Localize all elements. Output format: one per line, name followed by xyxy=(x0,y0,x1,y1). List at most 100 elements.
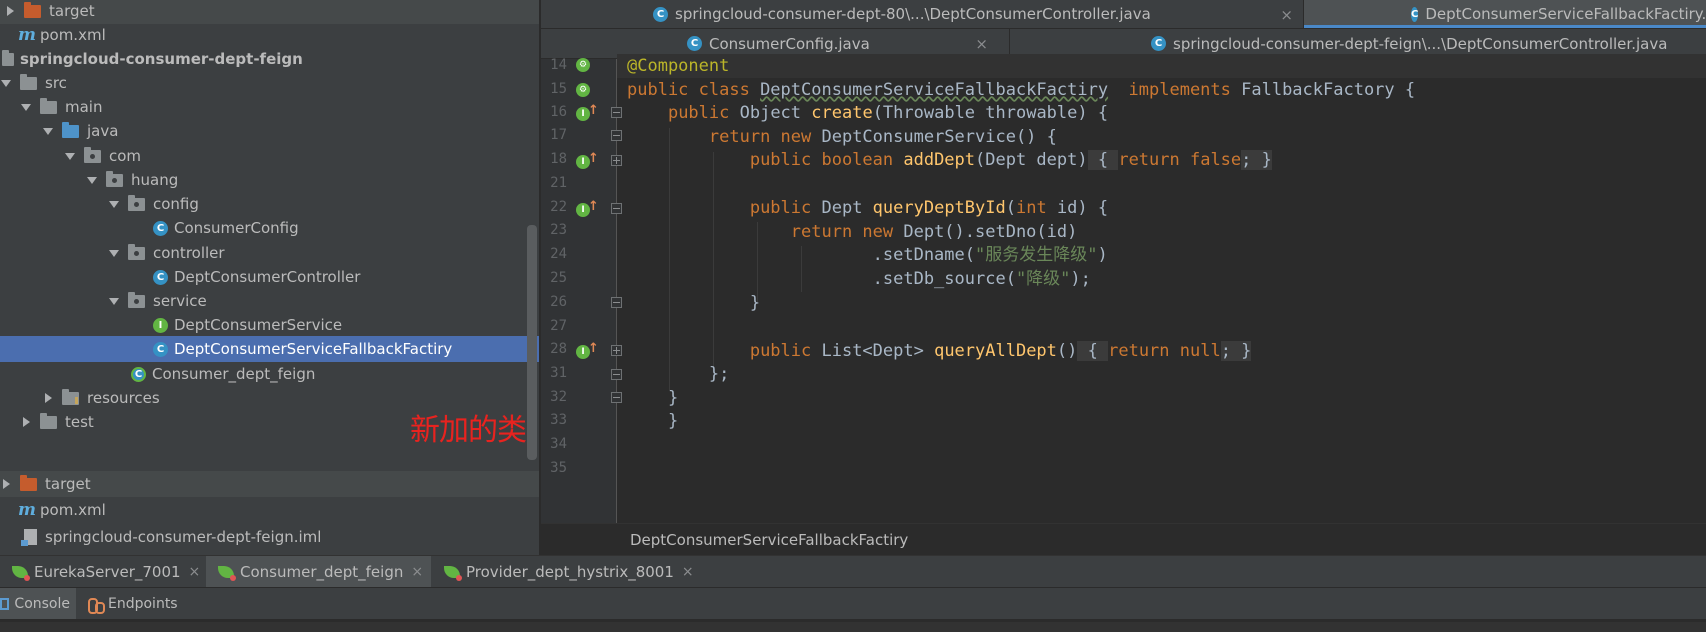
chevron-down-icon[interactable] xyxy=(0,77,12,89)
tree-item-deptconsumercontroller[interactable]: C DeptConsumerController xyxy=(0,264,539,290)
chevron-down-icon[interactable] xyxy=(108,295,120,307)
tree-item-consumerconfig[interactable]: C ConsumerConfig xyxy=(0,215,539,241)
line-number: 22 xyxy=(550,199,567,215)
tree-item-label: src xyxy=(45,74,67,92)
tree-item-deptconsumerservice[interactable]: I DeptConsumerService xyxy=(0,312,539,338)
arrow-up-icon[interactable]: ↑ xyxy=(588,103,599,118)
module-icon xyxy=(2,49,14,66)
close-icon[interactable]: × xyxy=(189,564,201,580)
spring-bean-icon[interactable]: ⚙ xyxy=(576,83,590,97)
fold-minus-icon[interactable] xyxy=(611,297,622,308)
editor-tabs-row-1: C springcloud-consumer-dept-80\...\DeptC… xyxy=(541,0,1706,29)
arrow-up-icon[interactable]: ↑ xyxy=(588,151,599,166)
spring-boot-icon xyxy=(218,566,236,581)
tree-item-src[interactable]: src xyxy=(0,70,539,96)
arrow-up-icon[interactable]: ↑ xyxy=(588,199,599,214)
fold-plus-icon[interactable] xyxy=(611,155,622,166)
chevron-right-icon[interactable] xyxy=(0,478,12,490)
code-line-32[interactable]: } xyxy=(627,386,678,410)
tree-item-label: controller xyxy=(153,244,225,262)
line-number: 28 xyxy=(550,341,567,357)
code-line-28[interactable]: public List<Dept> queryAllDept() { retur… xyxy=(627,339,1252,363)
chevron-right-icon[interactable] xyxy=(20,416,32,428)
spring-boot-icon xyxy=(444,566,462,581)
breadcrumb[interactable]: DeptConsumerServiceFallbackFactiry xyxy=(541,523,1706,555)
tree-item-pom[interactable]: m pom.xml xyxy=(0,22,539,48)
tree-item-target-2[interactable]: target xyxy=(0,471,539,497)
tree-item-java[interactable]: java xyxy=(0,118,539,144)
tree-item-pom-2[interactable]: m pom.xml xyxy=(0,497,539,523)
chevron-down-icon[interactable] xyxy=(86,174,98,186)
chevron-down-icon[interactable] xyxy=(64,150,76,162)
tab-endpoints[interactable]: Endpoints xyxy=(80,588,184,620)
console-icon xyxy=(0,598,10,610)
close-icon[interactable]: × xyxy=(411,564,423,580)
code-line-18[interactable]: public boolean addDept(Dept dept) { retu… xyxy=(627,148,1272,172)
chevron-down-icon[interactable] xyxy=(42,125,54,137)
tree-item-target[interactable]: target xyxy=(0,0,539,24)
code-line-15[interactable]: public class DeptConsumerServiceFallback… xyxy=(627,78,1415,102)
tab-console[interactable]: Console xyxy=(0,588,76,620)
tree-item-config[interactable]: config xyxy=(0,191,539,217)
class-icon: C xyxy=(687,36,702,51)
chevron-down-icon[interactable] xyxy=(108,247,120,259)
chevron-right-icon[interactable] xyxy=(4,5,16,17)
line-number: 31 xyxy=(550,365,567,381)
tree-item-com[interactable]: com xyxy=(0,143,539,169)
spring-boot-icon xyxy=(12,566,30,581)
project-tree[interactable]: target m pom.xml springcloud-consumer-de… xyxy=(0,0,539,555)
close-icon[interactable]: × xyxy=(682,564,694,580)
fold-minus-icon[interactable] xyxy=(611,130,622,141)
chevron-right-icon[interactable] xyxy=(42,392,54,404)
code-line-16[interactable]: public Object create(Throwable throwable… xyxy=(627,101,1108,125)
tree-item-controller[interactable]: controller xyxy=(0,240,539,266)
spring-bean-icon[interactable]: ⚙ xyxy=(576,58,590,72)
tab-label: springcloud-consumer-dept-feign\...\Dept… xyxy=(1173,34,1668,53)
line-number: 34 xyxy=(550,436,567,452)
interface-icon: I xyxy=(153,317,168,333)
run-tab-eurekaserver[interactable]: EurekaServer_7001 × xyxy=(12,556,208,588)
tree-scrollbar[interactable] xyxy=(527,225,537,460)
code-line-25[interactable]: .setDb_source("降级"); xyxy=(627,267,1091,291)
run-tab-consumer-dept-feign[interactable]: Consumer_dept_feign × xyxy=(206,556,432,588)
tree-item-service[interactable]: service xyxy=(0,288,539,314)
line-number: 17 xyxy=(550,127,567,143)
tree-item-module[interactable]: springcloud-consumer-dept-feign xyxy=(0,46,539,72)
tree-item-label: huang xyxy=(131,171,179,189)
fold-minus-icon[interactable] xyxy=(611,369,622,380)
fold-minus-icon[interactable] xyxy=(611,107,622,118)
arrow-up-icon[interactable]: ↑ xyxy=(588,341,599,356)
code-line-23[interactable]: return new Dept().setDno(id) xyxy=(627,220,1078,244)
code-line-33[interactable]: } xyxy=(627,409,678,433)
tab-label: Console xyxy=(14,596,70,612)
tab-deptconsumercontroller-80[interactable]: C springcloud-consumer-dept-80\...\DeptC… xyxy=(643,0,1303,28)
code-line-17[interactable]: return new DeptConsumerService() { xyxy=(627,125,1057,149)
code-line-31[interactable]: }; xyxy=(627,362,729,386)
code-line-14[interactable]: @Component xyxy=(617,54,1706,78)
tree-item-consumer-dept-feign[interactable]: C Consumer_dept_feign xyxy=(0,361,539,387)
class-icon: C xyxy=(1151,36,1166,51)
run-tab-provider-hystrix[interactable]: Provider_dept_hystrix_8001 × xyxy=(444,556,702,588)
fold-plus-icon[interactable] xyxy=(611,345,622,356)
code-line-26[interactable]: } xyxy=(627,291,760,315)
fold-minus-icon[interactable] xyxy=(611,392,622,403)
line-number: 35 xyxy=(550,460,567,476)
close-icon[interactable]: × xyxy=(975,35,988,53)
code-line-24[interactable]: .setDname("服务发生降级") xyxy=(627,243,1108,267)
tree-item-fallbackfactiry[interactable]: C DeptConsumerServiceFallbackFactiry xyxy=(0,336,539,362)
code-line-22[interactable]: public Dept queryDeptById(int id) { xyxy=(627,196,1108,220)
tree-item-label: main xyxy=(65,98,103,116)
breadcrumb-item[interactable]: DeptConsumerServiceFallbackFactiry xyxy=(630,531,908,549)
tree-item-huang[interactable]: huang xyxy=(0,167,539,193)
tree-item-label: springcloud-consumer-dept-feign xyxy=(20,50,303,68)
close-icon[interactable]: × xyxy=(1280,6,1293,24)
chevron-down-icon[interactable] xyxy=(108,198,120,210)
tree-item-iml[interactable]: springcloud-consumer-dept-feign.iml xyxy=(0,524,539,550)
tab-label: ConsumerConfig.java xyxy=(709,34,870,53)
tree-item-main[interactable]: main xyxy=(0,94,539,120)
fold-minus-icon[interactable] xyxy=(611,203,622,214)
tab-fallbackfactiry[interactable]: C DeptConsumerServiceFallbackFactiry.jav… xyxy=(1304,0,1706,28)
spring-boot-class-icon: C xyxy=(131,366,146,382)
console-output-area[interactable] xyxy=(0,619,1706,632)
chevron-down-icon[interactable] xyxy=(20,101,32,113)
